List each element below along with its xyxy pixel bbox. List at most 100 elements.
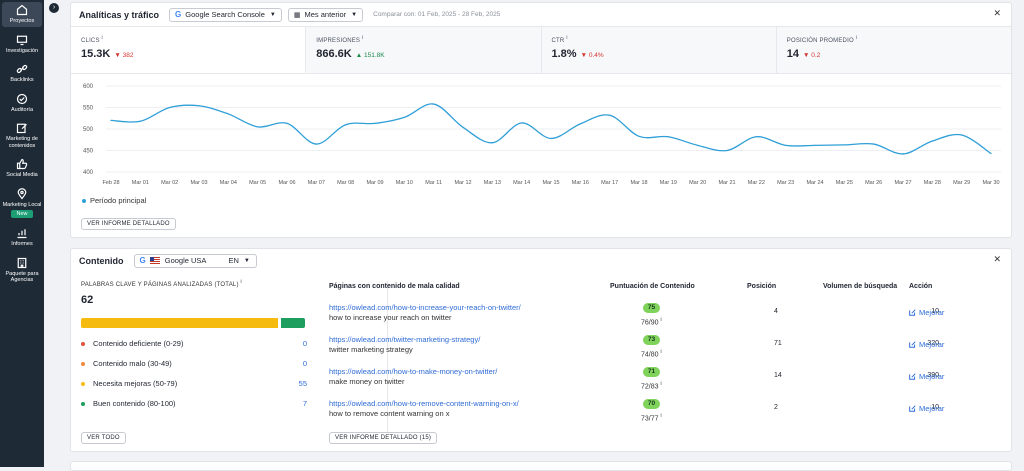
level-count-link[interactable]: 55 (299, 379, 307, 388)
traffic-line-chart: 400 450 500 550 600 Feb 28 Mar 01 Mar 02 Mar 03 M… (83, 84, 1001, 186)
level-count-link[interactable]: 0 (303, 339, 307, 348)
trend-down-icon: ▼ (580, 52, 588, 59)
improve-button[interactable]: Mejorar (909, 372, 944, 381)
edit-icon (909, 373, 916, 380)
trend-down-icon: ▼ (114, 52, 121, 59)
improve-button[interactable]: Mejorar (909, 340, 944, 349)
data-point (433, 103, 435, 105)
level-count-link[interactable]: 7 (303, 399, 307, 408)
x-tick-label: Mar 16 (572, 180, 589, 186)
metric-value: 1.8% (551, 48, 577, 60)
language-value: EN (228, 256, 239, 265)
data-point (403, 116, 405, 118)
metric-ctr[interactable]: CTR i 1.8% ▼ 0.4% (541, 27, 777, 73)
compare-text: Comparar con: 01 Feb, 2025 - 28 Feb, 202… (373, 11, 501, 18)
sidebar-item-paquete-para-agencias[interactable]: Paquete para Agencias (2, 255, 42, 286)
metrics-row: CLICS i 15.3K ▼ 382 IMPRESIONES i 866.6K… (71, 26, 1011, 74)
metric-clics[interactable]: CLICS i 15.3K ▼ 382 (71, 27, 307, 73)
sidebar-item-auditoría[interactable]: Auditoría (2, 91, 42, 116)
database-select-value: Google USA (164, 256, 207, 265)
content-detail-report-button[interactable]: VER INFORME DETALLADO (15) (329, 432, 438, 444)
data-point (227, 113, 229, 115)
level-count-link[interactable]: 0 (303, 359, 307, 368)
x-tick-label: Mar 09 (366, 180, 383, 186)
info-icon[interactable]: i (102, 35, 103, 41)
score-fraction: 72/83 i (641, 381, 662, 390)
metric-impresiones[interactable]: IMPRESIONES i 866.6K ▲ 151.8K (306, 27, 542, 73)
info-icon[interactable]: i (660, 381, 661, 387)
score-fraction-value: 76/90 (641, 319, 659, 327)
sidebar-item-label: Auditoría (10, 106, 33, 113)
close-icon[interactable]: ✕ (993, 8, 1001, 19)
chart-legend: Período principal (82, 196, 146, 205)
level-label: Contenido deficiente (0-29) (93, 339, 184, 348)
info-icon[interactable]: i (660, 413, 661, 419)
collapse-sidebar-button[interactable]: › (49, 3, 59, 13)
data-point (873, 143, 875, 145)
sidebar-item-marketing-local[interactable]: Marketing Local New (2, 186, 42, 221)
keywords-header-text: PALABRAS CLAVE Y PÁGINAS ANALIZADAS (TOT… (81, 282, 239, 288)
score-fraction-value: 73/77 (641, 415, 659, 423)
metric-value: 866.6K (316, 48, 352, 60)
sidebar-item-marketing-de-contenidos[interactable]: Marketing de contenidos (2, 120, 42, 151)
col-score: Puntuación de Contenido (610, 283, 695, 290)
data-point (198, 105, 200, 107)
x-tick-label: Mar 11 (425, 180, 442, 186)
x-tick-label: Mar 17 (601, 180, 618, 186)
info-icon[interactable]: i (660, 349, 661, 355)
page-url-link[interactable]: https://owlead.com/how-to-make-money-on-… (329, 367, 497, 376)
x-tick-label: Mar 07 (308, 180, 325, 186)
info-icon[interactable]: i (660, 317, 661, 323)
metric-delta: ▼ 0.4% (581, 52, 604, 59)
source-select[interactable]: G Google Search Console ▼ (169, 7, 282, 22)
view-all-button[interactable]: VER TODO (81, 432, 126, 444)
sidebar-item-social-media[interactable]: Social Media (2, 156, 42, 181)
score-badge: 73 (643, 335, 660, 345)
sidebar-item-backlinks[interactable]: Backlinks (2, 61, 42, 86)
metric-values: 15.3K ▼ 382 (81, 48, 295, 60)
x-tick-label: Mar 28 (924, 180, 941, 186)
improve-label: Mejorar (919, 308, 945, 317)
metric-posición-promedio[interactable]: POSICIÓN PROMEDIO i 14 ▼ 0.2 (776, 27, 1011, 73)
google-icon: G (175, 10, 182, 19)
trend-down-icon: ▼ (803, 52, 810, 59)
analytics-title: Analíticas y tráfico (79, 9, 160, 20)
level-dot (81, 361, 85, 366)
page-url-link[interactable]: https://owlead.com/how-to-increase-your-… (329, 303, 521, 312)
link-icon (16, 64, 28, 74)
metric-delta-value: 382 (122, 52, 134, 59)
calendar-icon: ▦ (293, 11, 301, 19)
x-tick-label: Mar 04 (220, 180, 237, 186)
database-select[interactable]: G Google USA EN ▼ (133, 253, 257, 268)
data-point (697, 144, 699, 146)
metric-label-text: IMPRESIONES (316, 38, 361, 44)
metric-values: 1.8% ▼ 0.4% (552, 48, 766, 60)
metric-label: CLICS i (81, 35, 295, 44)
google-icon: G (139, 256, 146, 265)
legend-label: Período principal (90, 196, 147, 205)
improve-button[interactable]: Mejorar (909, 308, 944, 317)
sidebar-item-investigación[interactable]: Investigación (2, 32, 42, 57)
sidebar-item-informes[interactable]: Informes (2, 225, 42, 250)
map-pin-icon (17, 187, 27, 199)
data-point (814, 144, 816, 146)
info-icon[interactable]: i (566, 35, 567, 41)
edit-icon (909, 405, 916, 412)
x-tick-label: Mar 25 (836, 180, 853, 186)
period-select[interactable]: ▦ Mes anterior ▼ (287, 7, 364, 22)
info-icon[interactable]: i (241, 279, 242, 285)
y-tick-label: 500 (83, 127, 94, 133)
page-url-link[interactable]: https://owlead.com/twitter-marketing-str… (329, 335, 480, 344)
improve-button[interactable]: Mejorar (909, 404, 944, 413)
data-point (755, 136, 757, 138)
close-icon[interactable]: ✕ (993, 254, 1001, 265)
x-tick-label: Mar 05 (249, 180, 266, 186)
info-icon[interactable]: i (362, 35, 363, 41)
level-dot (81, 401, 85, 406)
sidebar-item-proyectos[interactable]: Proyectos (2, 2, 42, 27)
info-icon[interactable]: i (856, 35, 857, 41)
chevron-down-icon: ▼ (351, 11, 358, 18)
page-url-link[interactable]: https://owlead.com/how-to-remove-content… (329, 399, 519, 408)
page-keyword: twitter marketing strategy (329, 345, 413, 354)
detail-report-button[interactable]: VER INFORME DETALLADO (81, 218, 176, 230)
